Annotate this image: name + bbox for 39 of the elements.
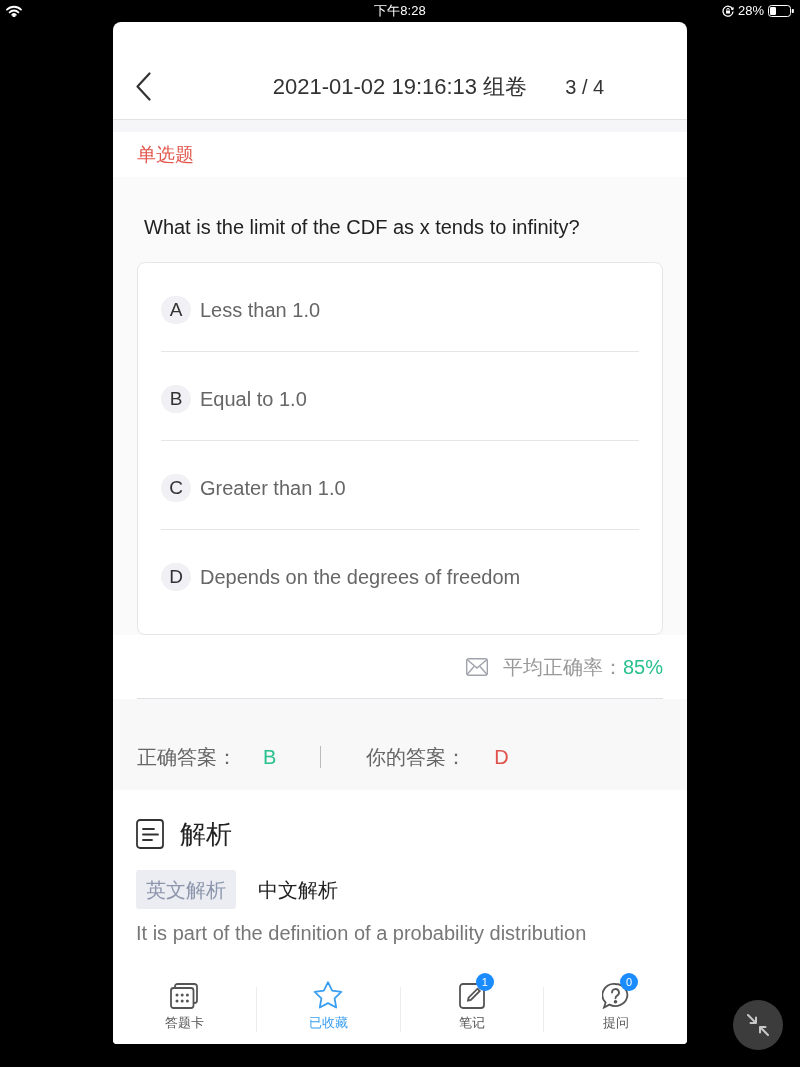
option-letter: A xyxy=(161,296,191,324)
option-letter: B xyxy=(161,385,191,413)
option-text: Less than 1.0 xyxy=(200,298,321,323)
accuracy-label: 平均正确率： xyxy=(502,654,623,680)
correct-answer-value: B xyxy=(263,745,277,770)
question-counter: 3 / 4 xyxy=(565,74,605,100)
your-answer-label: 你的答案： xyxy=(366,745,467,770)
question-text: What is the limit of the CDF as x tends to infinity? xyxy=(143,215,581,240)
star-icon xyxy=(313,981,344,1010)
chevron-left-icon xyxy=(136,72,151,101)
battery-percent: 28% xyxy=(737,3,764,19)
status-time: 下午8:28 xyxy=(374,3,426,19)
your-answer-value: D xyxy=(494,745,509,770)
envelope-icon xyxy=(465,657,488,676)
option-text: Depends on the degrees of freedom xyxy=(200,565,521,590)
option-letter: D xyxy=(161,563,191,591)
page-title: 2021-01-02 19:16:13 组卷 xyxy=(272,72,528,101)
analysis-tab[interactable]: 中文解析 xyxy=(248,870,348,909)
correct-answer-label: 正确答案： xyxy=(137,745,237,770)
option-text: Greater than 1.0 xyxy=(200,476,346,501)
nav-tab[interactable]: 0 提问 xyxy=(544,974,687,1044)
collapse-arrows-icon xyxy=(747,1014,769,1036)
count-badge: 1 xyxy=(475,973,494,991)
analysis-title: 解析 xyxy=(180,819,232,849)
question-type-label: 单选题 xyxy=(137,142,194,167)
card-stack-icon xyxy=(170,982,199,1009)
nav-tab[interactable]: 答题卡 xyxy=(113,974,256,1044)
accuracy-value: 85% xyxy=(622,654,663,680)
battery-icon xyxy=(768,5,794,17)
option-letter: C xyxy=(161,474,191,502)
count-badge: 0 xyxy=(620,973,639,991)
rotation-lock-icon xyxy=(721,5,734,17)
back-button[interactable] xyxy=(136,72,151,101)
analysis-text: It is part of the definition of a probability distribution xyxy=(136,921,588,946)
option-text: Equal to 1.0 xyxy=(200,387,307,412)
collapse-button[interactable] xyxy=(733,1000,783,1050)
nav-tab[interactable]: 1 笔记 xyxy=(400,974,544,1044)
document-icon xyxy=(136,819,164,849)
wifi-icon xyxy=(6,5,22,17)
